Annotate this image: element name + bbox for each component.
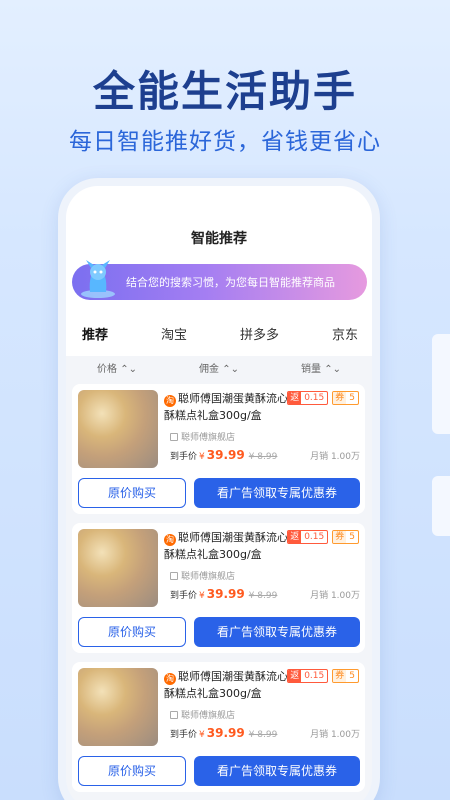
product-title-text: 聪师傅国潮蛋黄酥流心酥糕点礼盒300g/盒 [164, 531, 288, 561]
hero-subtitle: 每日智能推好货，省钱更省心 [69, 129, 381, 155]
monthly-sales: 月销 1.00万 [310, 452, 360, 462]
shop-name[interactable]: 聪师傅旗舰店 [170, 569, 235, 582]
coupon-value: 5 [349, 671, 355, 681]
watch-ad-coupon-button[interactable]: 看广告领取专属优惠券 [194, 617, 360, 647]
rebate-badge: 返 0.15 [287, 669, 329, 683]
platform-tabs: 推荐 淘宝 拼多多 京东 [66, 324, 372, 343]
tab-jd[interactable]: 京东 [332, 324, 358, 343]
rebate-value: 0.15 [304, 393, 325, 403]
price-row: 到手价 ¥ 39.99 ¥ 8.99 月销 1.00万 [170, 726, 360, 740]
banner-text: 结合您的搜索习惯，为您每日智能推荐商品 [126, 276, 335, 289]
product-title-text: 聪师傅国潮蛋黄酥流心酥糕点礼盒300g/盒 [164, 670, 288, 700]
product-badges: 返 0.15 券5 [287, 669, 359, 683]
shop-text: 聪师傅旗舰店 [181, 572, 236, 582]
buy-original-button[interactable]: 原价购买 [78, 756, 186, 786]
rebate-badge: 返 0.15 [287, 530, 329, 544]
shop-text: 聪师傅旗舰店 [181, 433, 236, 443]
product-title[interactable]: 淘聪师傅国潮蛋黄酥流心酥糕点礼盒300g/盒 [164, 668, 290, 702]
product-image[interactable] [78, 529, 158, 607]
coupon-badge: 券5 [332, 530, 359, 544]
sort-commission[interactable]: 佣金 ⌃⌄ [168, 356, 270, 384]
coupon-value: 5 [349, 532, 355, 542]
hero-title: 全能生活助手 [92, 67, 357, 116]
product-card[interactable]: 淘聪师傅国潮蛋黄酥流心酥糕点礼盒300g/盒 返 0.15 券5 聪师傅旗舰店 到… [72, 662, 365, 792]
side-decoration [432, 334, 450, 434]
price-currency: ¥ [199, 452, 205, 462]
price-currency: ¥ [199, 591, 205, 601]
original-price: ¥ 8.99 [248, 452, 278, 462]
phone-frame: 智能推荐 结合您的搜索习惯，为您每日智能推荐商品 推荐 淘宝 拼多多 京东 价格… [58, 178, 380, 800]
price-label: 到手价 [170, 452, 198, 462]
side-decoration [432, 476, 450, 536]
mascot-icon [81, 260, 115, 298]
product-image[interactable] [78, 668, 158, 746]
rebate-badge: 返 0.15 [287, 391, 329, 405]
buy-original-button[interactable]: 原价购买 [78, 617, 186, 647]
price-row: 到手价 ¥ 39.99 ¥ 8.99 月销 1.00万 [170, 587, 360, 601]
shop-text: 聪师傅旗舰店 [181, 711, 236, 721]
monthly-sales: 月销 1.00万 [310, 730, 360, 740]
coupon-key: 券 [333, 531, 347, 543]
rebate-value: 0.15 [304, 532, 325, 542]
shop-name[interactable]: 聪师傅旗舰店 [170, 708, 235, 721]
product-list: 淘聪师傅国潮蛋黄酥流心酥糕点礼盒300g/盒 返 0.15 券5 聪师傅旗舰店 到… [72, 384, 365, 800]
taobao-icon: 淘 [164, 534, 176, 546]
shop-icon [170, 711, 178, 719]
price-label: 到手价 [170, 591, 198, 601]
price-label: 到手价 [170, 730, 198, 740]
tab-recommend[interactable]: 推荐 [82, 324, 108, 343]
product-card[interactable]: 淘聪师傅国潮蛋黄酥流心酥糕点礼盒300g/盒 返 0.15 券5 聪师傅旗舰店 到… [72, 523, 365, 653]
taobao-icon: 淘 [164, 673, 176, 685]
screen-title: 智能推荐 [191, 231, 247, 247]
watch-ad-coupon-button[interactable]: 看广告领取专属优惠券 [194, 756, 360, 786]
original-price: ¥ 8.99 [248, 730, 278, 740]
product-card[interactable]: 淘聪师傅国潮蛋黄酥流心酥糕点礼盒300g/盒 返 0.15 券5 聪师傅旗舰店 到… [72, 384, 365, 514]
sort-bar: 价格 ⌃⌄ 佣金 ⌃⌄ 销量 ⌃⌄ [66, 356, 372, 384]
product-badges: 返 0.15 券5 [287, 391, 359, 405]
price-currency: ¥ [199, 730, 205, 740]
taobao-icon: 淘 [164, 395, 176, 407]
phone-screen: 智能推荐 结合您的搜索习惯，为您每日智能推荐商品 推荐 淘宝 拼多多 京东 价格… [66, 186, 372, 800]
tab-pinduoduo[interactable]: 拼多多 [240, 324, 279, 343]
shop-name[interactable]: 聪师傅旗舰店 [170, 430, 235, 443]
shop-icon [170, 433, 178, 441]
coupon-key: 券 [333, 670, 347, 682]
watch-ad-coupon-button[interactable]: 看广告领取专属优惠券 [194, 478, 360, 508]
buy-original-button[interactable]: 原价购买 [78, 478, 186, 508]
original-price: ¥ 8.99 [248, 591, 278, 601]
sort-sales[interactable]: 销量 ⌃⌄ [270, 356, 372, 384]
sort-price[interactable]: 价格 ⌃⌄ [66, 356, 168, 384]
monthly-sales: 月销 1.00万 [310, 591, 360, 601]
price-row: 到手价 ¥ 39.99 ¥ 8.99 月销 1.00万 [170, 448, 360, 462]
tab-taobao[interactable]: 淘宝 [161, 324, 187, 343]
coupon-value: 5 [349, 393, 355, 403]
final-price: 39.99 [206, 587, 245, 601]
product-image[interactable] [78, 390, 158, 468]
final-price: 39.99 [206, 448, 245, 462]
product-title[interactable]: 淘聪师傅国潮蛋黄酥流心酥糕点礼盒300g/盒 [164, 529, 290, 563]
product-badges: 返 0.15 券5 [287, 530, 359, 544]
rebate-key: 返 [288, 392, 302, 404]
rebate-key: 返 [288, 670, 302, 682]
shop-icon [170, 572, 178, 580]
coupon-key: 券 [333, 392, 347, 404]
product-title[interactable]: 淘聪师傅国潮蛋黄酥流心酥糕点礼盒300g/盒 [164, 390, 290, 424]
coupon-badge: 券5 [332, 669, 359, 683]
final-price: 39.99 [206, 726, 245, 740]
coupon-badge: 券5 [332, 391, 359, 405]
recommend-banner[interactable]: 结合您的搜索习惯，为您每日智能推荐商品 [72, 260, 367, 300]
rebate-value: 0.15 [304, 671, 325, 681]
product-title-text: 聪师傅国潮蛋黄酥流心酥糕点礼盒300g/盒 [164, 392, 288, 422]
rebate-key: 返 [288, 531, 302, 543]
